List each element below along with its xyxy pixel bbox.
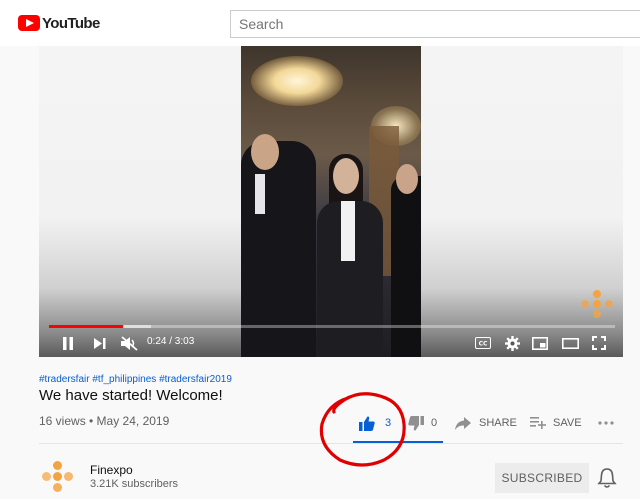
person-figure [391,176,421,357]
mute-icon[interactable] [119,332,139,354]
person-head [396,164,418,194]
time-display: 0:24 / 3:03 [147,336,195,347]
chandelier-light [251,56,343,106]
svg-text:CC: CC [479,341,488,348]
share-button[interactable]: SHARE [455,412,517,434]
logo-text: YouTube [42,14,100,32]
youtube-logo[interactable]: YouTube [18,14,100,32]
save-label: SAVE [553,417,582,429]
person-head [251,134,279,170]
next-icon[interactable] [91,332,109,354]
dislike-button[interactable]: 0 [408,412,437,434]
hashtag-links[interactable]: #tradersfair #tf_philippines #tradersfai… [39,374,232,385]
person-shirt [255,174,265,214]
fullscreen-icon[interactable] [589,332,609,354]
progress-bar[interactable] [49,325,615,328]
video-frame[interactable] [241,46,421,357]
person-shirt [341,201,355,261]
view-count-date: 16 views • May 24, 2019 [39,414,170,428]
save-button[interactable]: SAVE [530,412,582,434]
share-arrow-icon [455,416,471,430]
share-label: SHARE [479,417,517,429]
pause-icon[interactable] [59,332,77,354]
video-player[interactable]: 0:24 / 3:03 CC [39,46,623,357]
playlist-add-icon [530,417,546,429]
finexpo-watermark-icon [581,290,613,318]
subscribed-button[interactable]: SUBSCRIBED [495,463,589,493]
miniplayer-icon[interactable] [530,332,550,354]
channel-name[interactable]: Finexpo [90,463,133,477]
theater-icon[interactable] [559,332,581,354]
progress-played [49,325,123,328]
thumbs-down-icon [408,415,424,431]
youtube-play-icon [18,15,40,31]
settings-icon[interactable] [502,332,522,354]
search-input[interactable] [230,10,640,38]
player-controls: 0:24 / 3:03 CC [39,332,623,357]
notification-bell-icon[interactable] [597,467,617,489]
subscriber-count: 3.21K subscribers [90,478,179,490]
more-actions-icon[interactable] [598,412,614,434]
cc-icon[interactable]: CC [473,332,493,354]
top-header: YouTube [0,0,640,46]
dislike-count: 0 [431,417,438,429]
video-title: We have started! Welcome! [39,387,223,404]
channel-avatar[interactable] [39,461,77,493]
person-head [333,158,359,194]
red-circle-annotation [319,392,406,467]
